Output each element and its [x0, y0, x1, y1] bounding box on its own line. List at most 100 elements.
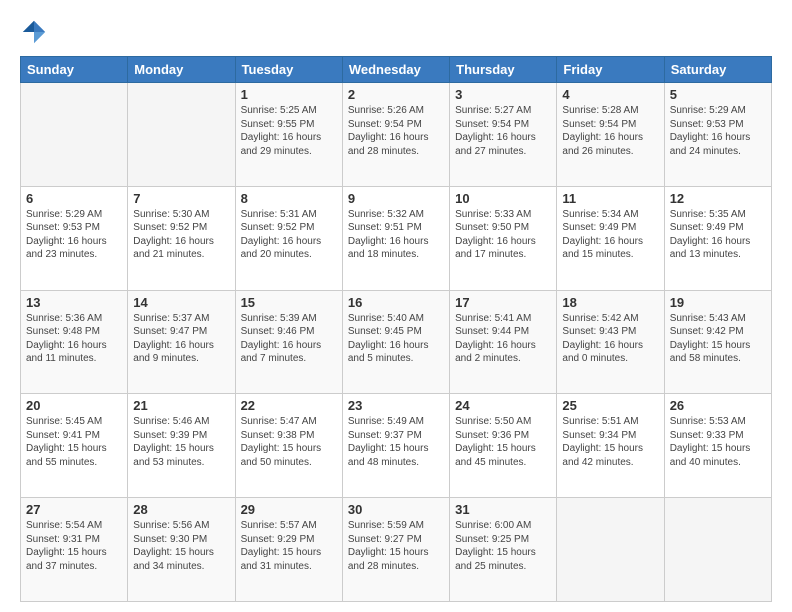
calendar-cell: 8 Sunrise: 5:31 AM Sunset: 9:52 PM Daylig… — [235, 186, 342, 290]
day-number: 5 — [670, 87, 766, 102]
calendar-cell: 20 Sunrise: 5:45 AM Sunset: 9:41 PM Dayli… — [21, 394, 128, 498]
day-number: 16 — [348, 295, 444, 310]
calendar-header-row: SundayMondayTuesdayWednesdayThursdayFrid… — [21, 57, 772, 83]
calendar-cell: 24Sunrise: 5:50 AM Sunset: 9:36 PM Dayli… — [450, 394, 557, 498]
day-info: Sunrise: 5:49 AM Sunset: 9:37 PM Dayligh… — [348, 415, 444, 469]
day-info: Sunrise: 5:29 AM Sunset: 9:53 PM Dayligh… — [670, 104, 766, 158]
calendar-header-saturday: Saturday — [664, 57, 771, 83]
day-number: 3 — [455, 87, 551, 102]
day-info: Sunrise: 5:59 AM Sunset: 9:27 PM Dayligh… — [348, 519, 444, 573]
calendar-header-thursday: Thursday — [450, 57, 557, 83]
day-info: Sunrise: 5:39 AM Sunset: 9:46 PM Dayligh… — [241, 312, 337, 366]
calendar-cell: 6 Sunrise: 5:29 AM Sunset: 9:53 PM Daylig… — [21, 186, 128, 290]
day-number: 14 — [133, 295, 229, 310]
day-number: 4 — [562, 87, 658, 102]
day-number: 12 — [670, 191, 766, 206]
day-info: Sunrise: 5:46 AM Sunset: 9:39 PM Dayligh… — [133, 415, 229, 469]
calendar-week-2: 6 Sunrise: 5:29 AM Sunset: 9:53 PM Daylig… — [21, 186, 772, 290]
calendar-header-monday: Monday — [128, 57, 235, 83]
day-number: 30 — [348, 502, 444, 517]
day-number: 8 — [241, 191, 337, 206]
day-number: 28 — [133, 502, 229, 517]
calendar-cell: 1 Sunrise: 5:25 AM Sunset: 9:55 PM Daylig… — [235, 83, 342, 187]
day-number: 7 — [133, 191, 229, 206]
day-info: Sunrise: 5:27 AM Sunset: 9:54 PM Dayligh… — [455, 104, 551, 158]
day-number: 9 — [348, 191, 444, 206]
calendar-cell: 7 Sunrise: 5:30 AM Sunset: 9:52 PM Daylig… — [128, 186, 235, 290]
header — [20, 18, 772, 46]
calendar-header-sunday: Sunday — [21, 57, 128, 83]
day-info: Sunrise: 5:35 AM Sunset: 9:49 PM Dayligh… — [670, 208, 766, 262]
calendar-cell: 26 Sunrise: 5:53 AM Sunset: 9:33 PM Dayli… — [664, 394, 771, 498]
calendar-cell: 21 Sunrise: 5:46 AM Sunset: 9:39 PM Dayli… — [128, 394, 235, 498]
day-number: 27 — [26, 502, 122, 517]
calendar-cell: 17 Sunrise: 5:41 AM Sunset: 9:44 PM Dayli… — [450, 290, 557, 394]
calendar-cell — [128, 83, 235, 187]
calendar-cell: 27 Sunrise: 5:54 AM Sunset: 9:31 PM Dayli… — [21, 498, 128, 602]
day-number: 6 — [26, 191, 122, 206]
day-info: Sunrise: 5:29 AM Sunset: 9:53 PM Dayligh… — [26, 208, 122, 262]
calendar-cell: 25 Sunrise: 5:51 AM Sunset: 9:34 PM Dayli… — [557, 394, 664, 498]
logo — [20, 18, 52, 46]
day-number: 10 — [455, 191, 551, 206]
day-number: 22 — [241, 398, 337, 413]
calendar-cell — [557, 498, 664, 602]
calendar-header-tuesday: Tuesday — [235, 57, 342, 83]
day-number: 19 — [670, 295, 766, 310]
day-info: Sunrise: 5:41 AM Sunset: 9:44 PM Dayligh… — [455, 312, 551, 366]
calendar-cell: 30 Sunrise: 5:59 AM Sunset: 9:27 PM Dayli… — [342, 498, 449, 602]
calendar-header-friday: Friday — [557, 57, 664, 83]
calendar-week-3: 13Sunrise: 5:36 AM Sunset: 9:48 PM Dayli… — [21, 290, 772, 394]
day-number: 31 — [455, 502, 551, 517]
day-info: Sunrise: 5:40 AM Sunset: 9:45 PM Dayligh… — [348, 312, 444, 366]
day-info: Sunrise: 5:30 AM Sunset: 9:52 PM Dayligh… — [133, 208, 229, 262]
day-number: 18 — [562, 295, 658, 310]
day-info: Sunrise: 5:45 AM Sunset: 9:41 PM Dayligh… — [26, 415, 122, 469]
page: SundayMondayTuesdayWednesdayThursdayFrid… — [0, 0, 792, 612]
calendar-cell: 23 Sunrise: 5:49 AM Sunset: 9:37 PM Dayli… — [342, 394, 449, 498]
calendar-week-4: 20 Sunrise: 5:45 AM Sunset: 9:41 PM Dayli… — [21, 394, 772, 498]
day-number: 21 — [133, 398, 229, 413]
calendar-cell: 29Sunrise: 5:57 AM Sunset: 9:29 PM Dayli… — [235, 498, 342, 602]
calendar-cell: 4 Sunrise: 5:28 AM Sunset: 9:54 PM Daylig… — [557, 83, 664, 187]
day-info: Sunrise: 5:28 AM Sunset: 9:54 PM Dayligh… — [562, 104, 658, 158]
logo-icon — [20, 18, 48, 46]
day-number: 15 — [241, 295, 337, 310]
calendar-cell: 19 Sunrise: 5:43 AM Sunset: 9:42 PM Dayli… — [664, 290, 771, 394]
calendar-cell: 31Sunrise: 6:00 AM Sunset: 9:25 PM Dayli… — [450, 498, 557, 602]
day-info: Sunrise: 5:51 AM Sunset: 9:34 PM Dayligh… — [562, 415, 658, 469]
calendar-cell: 2Sunrise: 5:26 AM Sunset: 9:54 PM Daylig… — [342, 83, 449, 187]
calendar-week-1: 1 Sunrise: 5:25 AM Sunset: 9:55 PM Daylig… — [21, 83, 772, 187]
day-number: 17 — [455, 295, 551, 310]
day-number: 11 — [562, 191, 658, 206]
day-info: Sunrise: 5:54 AM Sunset: 9:31 PM Dayligh… — [26, 519, 122, 573]
calendar-cell: 5 Sunrise: 5:29 AM Sunset: 9:53 PM Daylig… — [664, 83, 771, 187]
calendar-cell: 15 Sunrise: 5:39 AM Sunset: 9:46 PM Dayli… — [235, 290, 342, 394]
calendar-week-5: 27 Sunrise: 5:54 AM Sunset: 9:31 PM Dayli… — [21, 498, 772, 602]
day-info: Sunrise: 5:43 AM Sunset: 9:42 PM Dayligh… — [670, 312, 766, 366]
calendar-cell: 12 Sunrise: 5:35 AM Sunset: 9:49 PM Dayli… — [664, 186, 771, 290]
day-info: Sunrise: 5:25 AM Sunset: 9:55 PM Dayligh… — [241, 104, 337, 158]
day-info: Sunrise: 5:37 AM Sunset: 9:47 PM Dayligh… — [133, 312, 229, 366]
day-number: 1 — [241, 87, 337, 102]
calendar-cell: 9 Sunrise: 5:32 AM Sunset: 9:51 PM Daylig… — [342, 186, 449, 290]
day-info: Sunrise: 5:56 AM Sunset: 9:30 PM Dayligh… — [133, 519, 229, 573]
day-info: Sunrise: 5:33 AM Sunset: 9:50 PM Dayligh… — [455, 208, 551, 262]
calendar-cell: 22Sunrise: 5:47 AM Sunset: 9:38 PM Dayli… — [235, 394, 342, 498]
day-info: Sunrise: 5:53 AM Sunset: 9:33 PM Dayligh… — [670, 415, 766, 469]
calendar-cell: 3 Sunrise: 5:27 AM Sunset: 9:54 PM Daylig… — [450, 83, 557, 187]
calendar-cell: 13Sunrise: 5:36 AM Sunset: 9:48 PM Dayli… — [21, 290, 128, 394]
day-number: 20 — [26, 398, 122, 413]
day-number: 25 — [562, 398, 658, 413]
day-info: Sunrise: 5:57 AM Sunset: 9:29 PM Dayligh… — [241, 519, 337, 573]
calendar-cell: 16 Sunrise: 5:40 AM Sunset: 9:45 PM Dayli… — [342, 290, 449, 394]
day-number: 23 — [348, 398, 444, 413]
day-number: 26 — [670, 398, 766, 413]
day-info: Sunrise: 5:50 AM Sunset: 9:36 PM Dayligh… — [455, 415, 551, 469]
calendar-cell: 10 Sunrise: 5:33 AM Sunset: 9:50 PM Dayli… — [450, 186, 557, 290]
day-info: Sunrise: 5:32 AM Sunset: 9:51 PM Dayligh… — [348, 208, 444, 262]
calendar-table: SundayMondayTuesdayWednesdayThursdayFrid… — [20, 56, 772, 602]
calendar-header-wednesday: Wednesday — [342, 57, 449, 83]
day-info: Sunrise: 5:31 AM Sunset: 9:52 PM Dayligh… — [241, 208, 337, 262]
day-info: Sunrise: 5:42 AM Sunset: 9:43 PM Dayligh… — [562, 312, 658, 366]
